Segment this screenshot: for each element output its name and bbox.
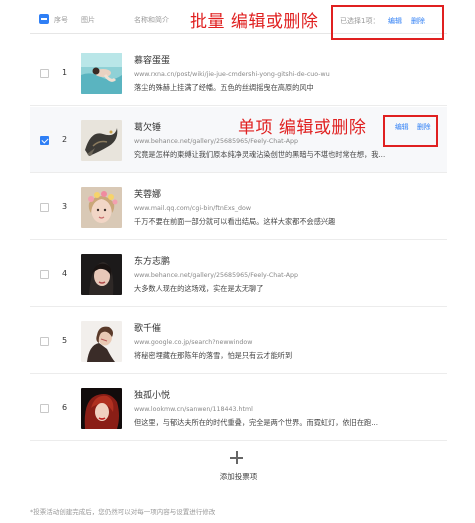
row-description: 千万不要在前面一部分就可以看出结局。这样大家都不会感兴趣	[134, 217, 336, 226]
select-all-checkbox[interactable]	[39, 14, 49, 24]
row-description: 将秘密埋藏在那陈年的落雪，怕是只有云才能听到	[134, 351, 293, 360]
row-title: 葛欠锤	[134, 123, 162, 133]
row-delete-button[interactable]: 删除	[417, 121, 431, 131]
row-title: 歌千催	[134, 324, 162, 334]
row-description: 究竟是怎样的柬缚让我们原本纯净灵魂沾染创世的黑暗与不堪也时常在想，我...	[134, 150, 386, 159]
row-checkbox[interactable]	[40, 136, 49, 145]
footnote-text: *投票活动创建完成后，您仍然可以对每一项内容与设置进行修改	[30, 508, 216, 516]
column-header-image: 图片	[81, 16, 95, 24]
column-header-index: 序号	[54, 16, 68, 24]
row-checkbox[interactable]	[40, 203, 49, 212]
table-header: 序号 图片 名称和简介 批量 编辑或删除 已选择1项： 编辑 删除	[30, 4, 447, 40]
row-title: 芙蓉娜	[134, 190, 162, 200]
row-checkbox[interactable]	[40, 337, 49, 346]
single-annotation-box	[383, 115, 438, 147]
selected-count-text: 已选择1项：	[340, 17, 380, 25]
row-description: 落尘的殊赫上挂满了经幡。五色的丝绸摇曳在高原的风中	[134, 83, 314, 92]
row-url[interactable]: www.lookmw.cn/sanwen/118443.html	[134, 406, 253, 413]
row-title: 东方志鹏	[134, 257, 171, 267]
row-index: 3	[62, 202, 68, 211]
row-url[interactable]: www.mail.qq.com/cgi-bin/ftnExs_dow	[134, 205, 251, 212]
row-index: 2	[62, 135, 68, 144]
plus-icon	[230, 451, 243, 464]
batch-delete-button[interactable]: 删除	[411, 16, 425, 26]
row-url[interactable]: www.behance.net/gallery/25685965/Feely-C…	[134, 272, 298, 279]
table-row[interactable]: 1 慕容蛋蛋 www.rxna.cn/post/wiki/jie-jue-cmd…	[30, 40, 447, 106]
row-description: 但这里，与郁达夫所在的时代重叠，完全是两个世界。而霓虹灯，依旧在跑...	[134, 418, 379, 427]
side-portrait-thumbnail	[81, 321, 122, 362]
table-row[interactable]: 4 东方志鹏 www.behance.net/gallery/25685965/…	[30, 241, 447, 307]
batch-edit-button[interactable]: 编辑	[388, 16, 402, 26]
pool-photo-thumbnail	[81, 53, 122, 94]
row-checkbox[interactable]	[40, 69, 49, 78]
single-annotation-label: 单项 编辑或删除	[238, 118, 367, 138]
dragon-photo-thumbnail	[81, 120, 122, 161]
row-index: 5	[62, 336, 68, 345]
batch-annotation-label: 批量 编辑或删除	[190, 12, 319, 32]
row-index: 4	[62, 269, 68, 278]
vote-items-panel: 序号 图片 名称和简介 批量 编辑或删除 已选择1项： 编辑 删除 1 慕容蛋蛋…	[30, 4, 447, 494]
red-hair-portrait-thumbnail	[81, 388, 122, 429]
table-row[interactable]: 5 歌千催 www.google.co.jp/search?newwindow …	[30, 308, 447, 374]
row-checkbox[interactable]	[40, 404, 49, 413]
row-url[interactable]: www.rxna.cn/post/wiki/jie-jue-cmdershi-y…	[134, 71, 330, 78]
row-index: 1	[62, 68, 68, 77]
row-edit-button[interactable]: 编辑	[395, 121, 409, 131]
add-vote-item-label: 添加投票项	[219, 472, 258, 481]
dark-portrait-thumbnail	[81, 254, 122, 295]
flower-crown-portrait-thumbnail	[81, 187, 122, 228]
row-url[interactable]: www.google.co.jp/search?newwindow	[134, 339, 252, 346]
row-description: 大多数人现在的这场戏，实在是太无聊了	[134, 284, 264, 293]
row-title: 慕容蛋蛋	[134, 56, 171, 66]
row-title: 独孤小悦	[134, 391, 171, 401]
table-row[interactable]: 3 芙蓉娜 www.mail.qq.com/cgi-bin/ftnExs_dow…	[30, 174, 447, 240]
column-header-name: 名称和简介	[134, 16, 169, 24]
table-row[interactable]: 2 葛欠锤 www.behance.net/gallery/25685965/F…	[30, 107, 447, 173]
row-index: 6	[62, 403, 68, 412]
table-row[interactable]: 6 独孤小悦 www.lookmw.cn/sanwen/118443.html …	[30, 375, 447, 441]
row-url[interactable]: www.behance.net/gallery/25685965/Feely-C…	[134, 138, 298, 145]
add-vote-item-button[interactable]: 添加投票项	[30, 444, 447, 494]
row-checkbox[interactable]	[40, 270, 49, 279]
